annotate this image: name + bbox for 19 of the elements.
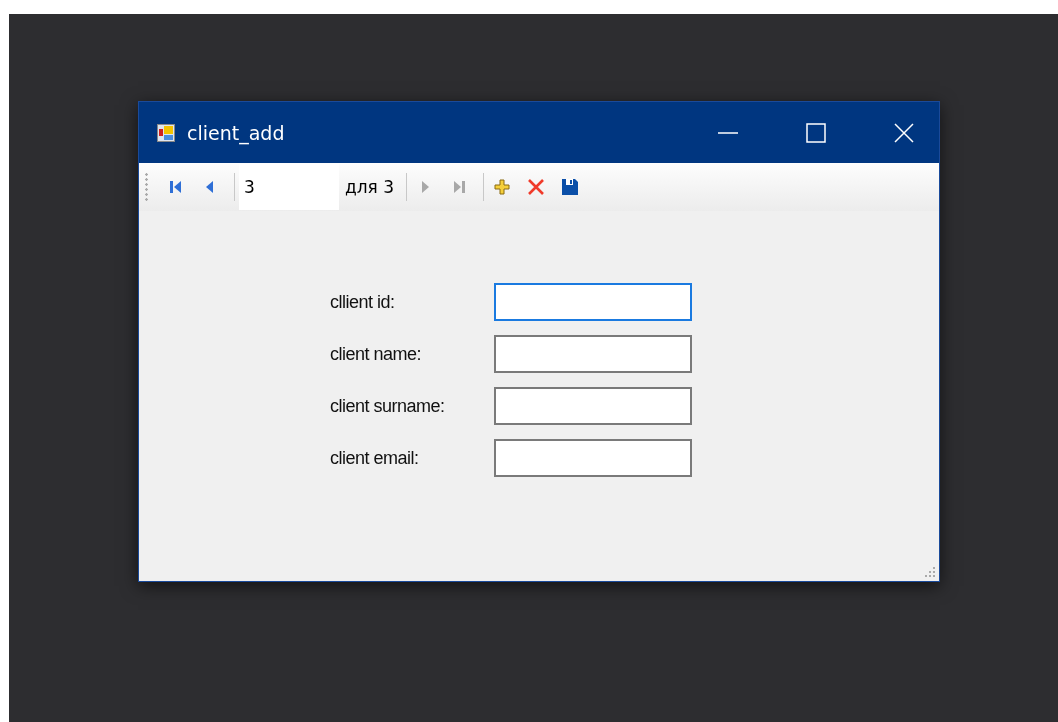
record-count: для 3 bbox=[345, 177, 395, 197]
add-icon[interactable] bbox=[492, 177, 513, 197]
field-label: client surname: bbox=[330, 395, 446, 417]
window-title: client_add bbox=[187, 121, 285, 144]
input-field[interactable] bbox=[494, 283, 692, 321]
resize-grip-icon bbox=[924, 566, 936, 578]
field-label: client name: bbox=[330, 343, 423, 365]
input-field[interactable] bbox=[494, 387, 692, 425]
app-icon bbox=[157, 123, 175, 142]
toolbar-grip[interactable] bbox=[145, 172, 148, 202]
save-icon[interactable] bbox=[560, 177, 581, 197]
delete-icon[interactable] bbox=[526, 177, 547, 197]
field-label: cllient id: bbox=[330, 291, 396, 313]
maximize-button[interactable] bbox=[805, 121, 827, 144]
position-field[interactable]: 3 bbox=[239, 164, 339, 210]
input-field[interactable] bbox=[494, 439, 692, 477]
input-field[interactable] bbox=[494, 335, 692, 373]
field-label: client email: bbox=[330, 447, 420, 469]
close-button[interactable] bbox=[893, 121, 915, 144]
